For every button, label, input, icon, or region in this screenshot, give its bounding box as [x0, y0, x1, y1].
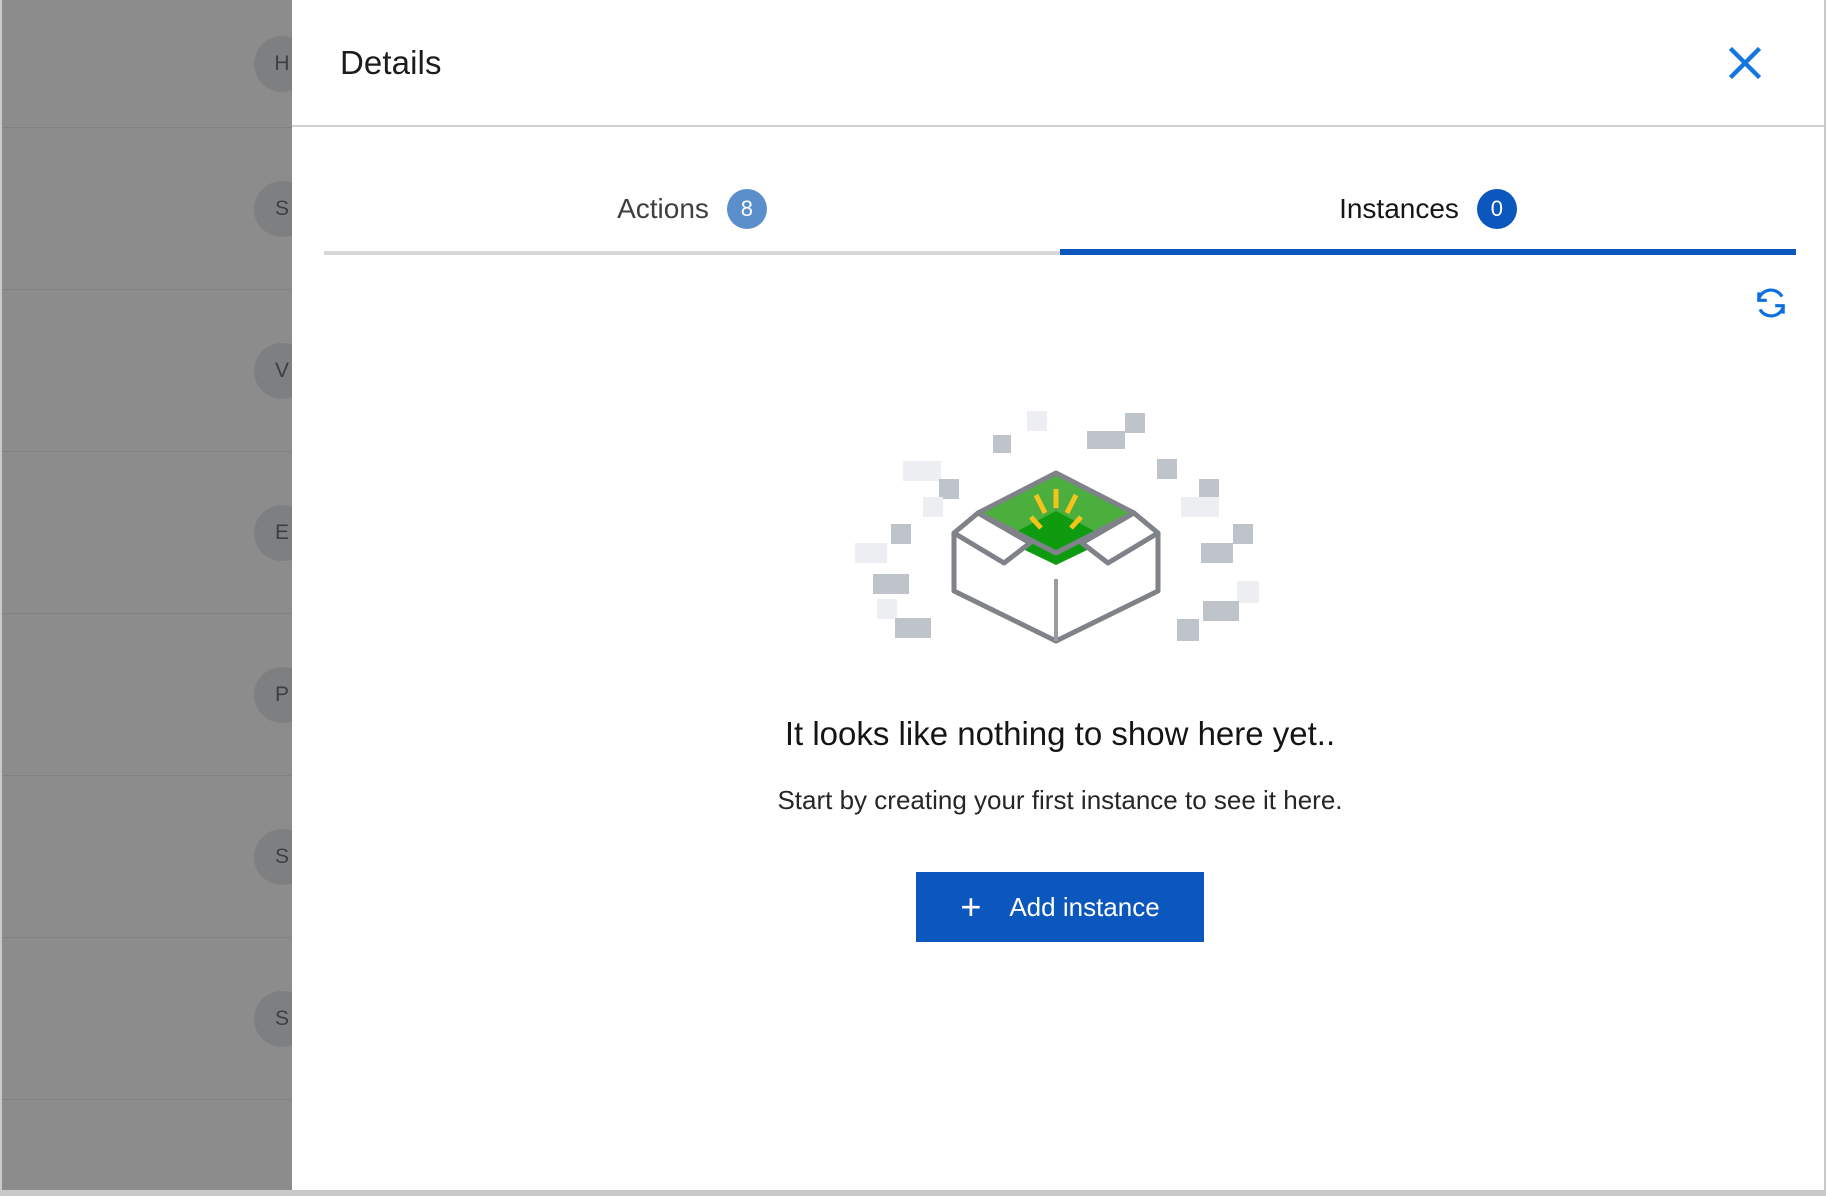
panel-header: Details: [292, 0, 1824, 127]
tab-actions-count-badge: 8: [726, 189, 767, 229]
list-item[interactable]: S: [2, 128, 302, 290]
background-list: H S V E P S S: [2, 0, 302, 1190]
page-title: Details: [340, 43, 442, 81]
refresh-button[interactable]: [1744, 277, 1798, 331]
plus-icon: +: [960, 886, 982, 927]
list-item[interactable]: H: [2, 0, 302, 128]
tab-actions[interactable]: Actions 8: [324, 189, 1060, 255]
empty-state: It looks like nothing to show here yet..…: [292, 331, 1824, 1190]
tab-instances-count-badge: 0: [1476, 189, 1517, 229]
list-item[interactable]: V: [2, 290, 302, 452]
list-item[interactable]: P: [2, 614, 302, 776]
toolbar: [292, 255, 1824, 331]
add-instance-button[interactable]: + Add instance: [916, 872, 1204, 942]
tab-instances[interactable]: Instances 0: [1060, 189, 1796, 255]
list-item[interactable]: E: [2, 452, 302, 614]
app-root: H S V E P S S Details Actions 8 Instance…: [0, 0, 1826, 1196]
tab-underline: [1060, 249, 1796, 255]
refresh-icon: [1751, 283, 1791, 326]
tab-bar: Actions 8 Instances 0: [324, 127, 1796, 255]
tab-underline: [324, 251, 1060, 255]
list-item[interactable]: S: [2, 776, 302, 938]
open-box-illustration: [845, 393, 1275, 663]
add-instance-label: Add instance: [1009, 891, 1160, 922]
tab-instances-label: Instances: [1339, 193, 1459, 224]
close-button[interactable]: [1718, 36, 1772, 90]
details-panel: Details Actions 8 Instances 0 It looks l…: [292, 0, 1824, 1190]
close-icon: [1725, 43, 1765, 83]
empty-state-title: It looks like nothing to show here yet..: [784, 715, 1336, 752]
tab-actions-label: Actions: [617, 193, 709, 224]
empty-state-subtitle: Start by creating your first instance to…: [777, 785, 1343, 815]
list-item[interactable]: S: [2, 938, 302, 1100]
